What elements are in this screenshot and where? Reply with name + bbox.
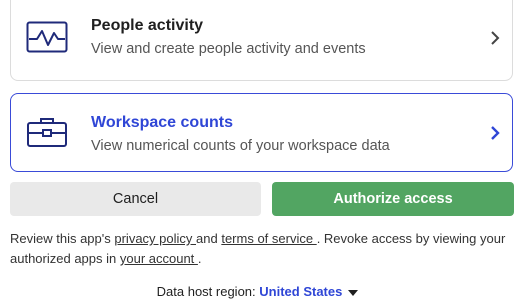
scope-card-people-activity[interactable]: People activity View and create people a… bbox=[10, 0, 513, 81]
review-text: and bbox=[196, 231, 222, 246]
privacy-policy-link[interactable]: privacy policy bbox=[114, 231, 196, 246]
scope-title: Workspace counts bbox=[91, 114, 233, 131]
region-select[interactable]: United States bbox=[259, 284, 359, 299]
review-text: Review this app's bbox=[10, 231, 115, 246]
review-text: . bbox=[197, 251, 202, 266]
scope-description: View numerical counts of your workspace … bbox=[91, 138, 390, 154]
authorize-access-button[interactable]: Authorize access bbox=[272, 182, 514, 216]
chevron-right-icon bbox=[491, 31, 500, 45]
chevron-right-icon bbox=[491, 126, 500, 140]
terms-of-service-link[interactable]: terms of service bbox=[221, 231, 316, 246]
scope-title: People activity bbox=[91, 17, 204, 34]
briefcase-icon bbox=[27, 118, 67, 147]
cancel-button[interactable]: Cancel bbox=[10, 182, 261, 216]
caret-down-icon bbox=[348, 289, 359, 296]
data-host-region: Data host region: United States bbox=[0, 284, 515, 300]
region-value: United States bbox=[259, 284, 343, 299]
scope-card-workspace-counts[interactable]: Workspace counts View numerical counts o… bbox=[10, 93, 513, 172]
your-account-link[interactable]: your account bbox=[120, 251, 198, 266]
scope-description: View and create people activity and even… bbox=[91, 41, 366, 57]
review-notice: Review this app's privacy policy and ter… bbox=[10, 229, 510, 269]
activity-chart-icon bbox=[26, 21, 68, 53]
region-label: Data host region: bbox=[156, 284, 260, 299]
